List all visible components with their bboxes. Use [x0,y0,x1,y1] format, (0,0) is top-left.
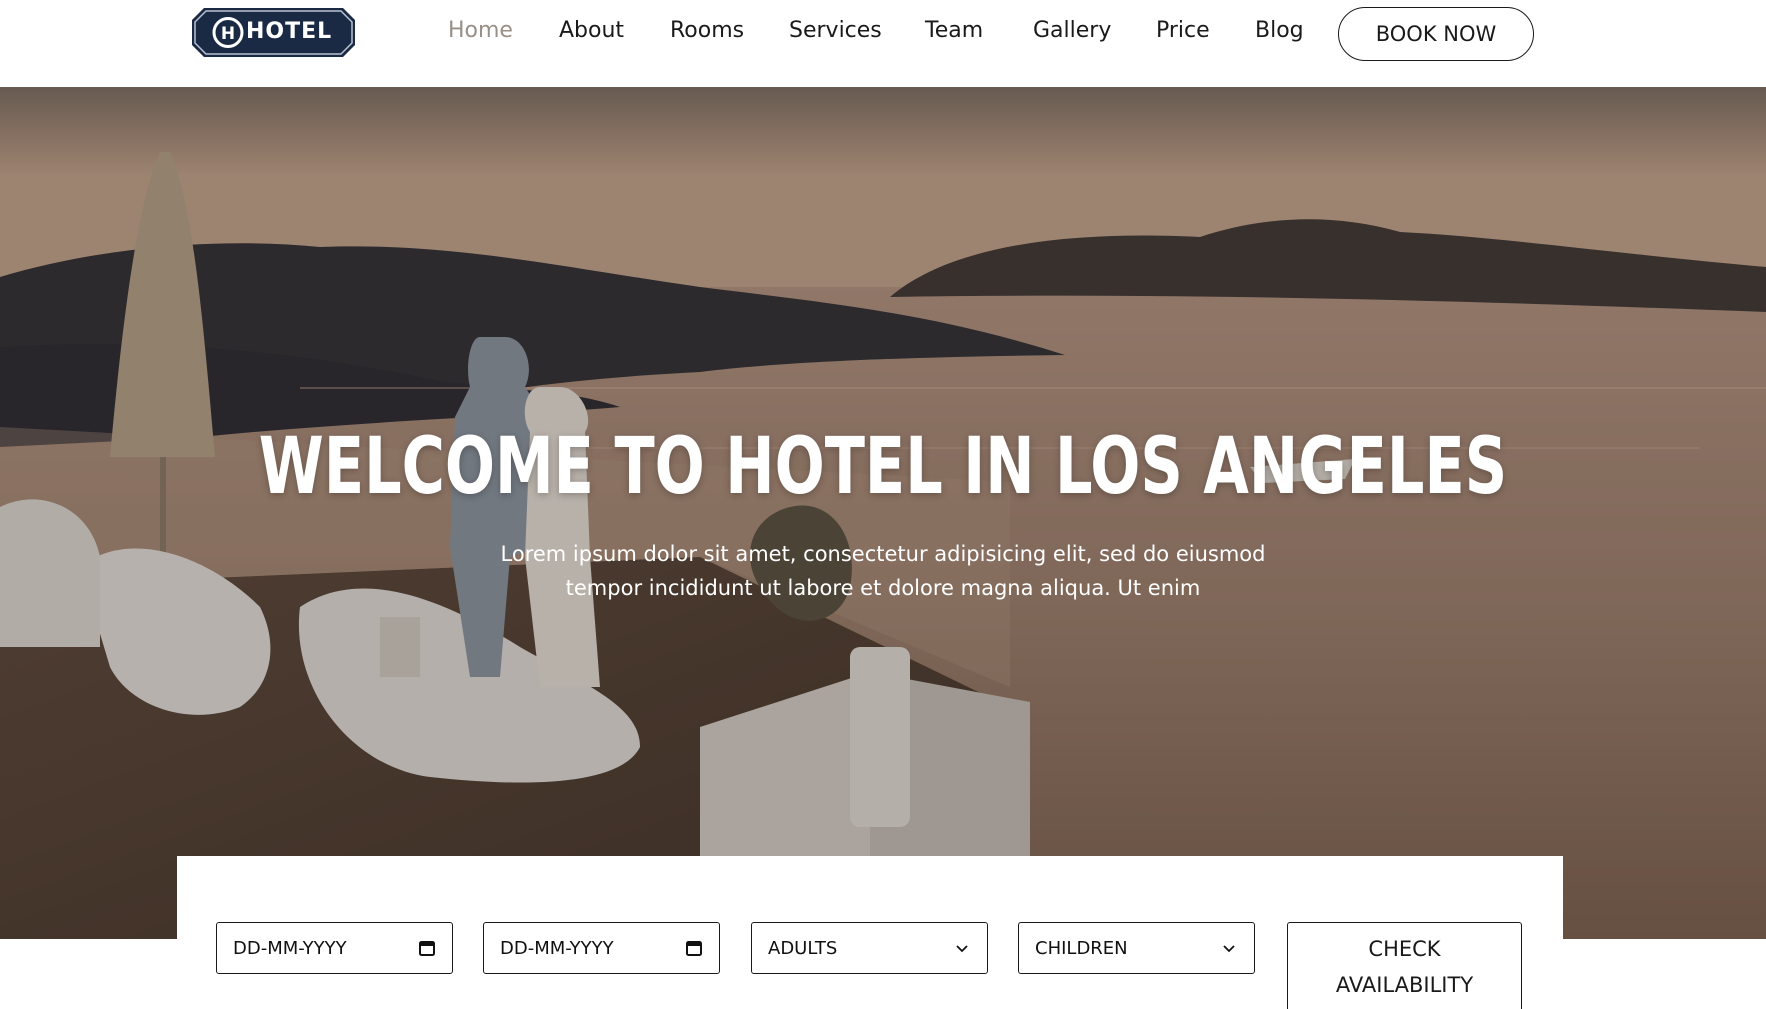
svg-text:H: H [221,24,235,44]
booking-panel: DD-MM-YYYY DD-MM-YYYY ADULTS CHILDREN CH… [177,856,1563,1009]
checkout-date-field[interactable]: DD-MM-YYYY [483,922,720,974]
calendar-icon[interactable] [685,939,703,957]
nav-home[interactable]: Home [448,18,513,43]
calendar-icon[interactable] [418,939,436,957]
book-now-button[interactable]: BOOK NOW [1338,7,1534,61]
checkout-placeholder: DD-MM-YYYY [500,937,614,959]
check-availability-line2: AVAILABILITY [1335,973,1474,997]
checkin-placeholder: DD-MM-YYYY [233,937,347,959]
hero-subtitle-line1: Lorem ipsum dolor sit amet, consectetur … [500,542,1266,566]
children-select[interactable]: CHILDREN [1018,922,1255,974]
nav-about[interactable]: About [559,18,624,43]
nav-rooms[interactable]: Rooms [670,18,744,43]
hero-title: WELCOME TO HOTEL IN LOS ANGELES [258,422,1508,512]
hero-banner: WELCOME TO HOTEL IN LOS ANGELES Lorem ip… [0,87,1766,939]
nav-services[interactable]: Services [789,18,882,43]
checkin-date-field[interactable]: DD-MM-YYYY [216,922,453,974]
hero-subtitle-line2: tempor incididunt ut labore et dolore ma… [565,576,1201,600]
logo-text: HOTEL [246,19,333,44]
site-header: H HOTEL Home About Rooms Services Team G… [0,0,1766,87]
chevron-down-icon [1223,945,1235,953]
check-availability-line1: CHECK [1368,937,1441,961]
chevron-down-icon [956,945,968,953]
hero-overlay [0,87,1766,939]
hero-subtitle: Lorem ipsum dolor sit amet, consectetur … [433,537,1333,605]
children-selected-value: CHILDREN [1035,937,1128,959]
adults-selected-value: ADULTS [768,937,838,959]
check-availability-button[interactable]: CHECK AVAILABILITY [1287,922,1522,1009]
nav-team[interactable]: Team [925,18,983,43]
nav-gallery[interactable]: Gallery [1033,18,1111,43]
hotel-logo[interactable]: H HOTEL [192,8,355,57]
nav-price[interactable]: Price [1156,18,1210,43]
adults-select[interactable]: ADULTS [751,922,988,974]
nav-blog[interactable]: Blog [1255,18,1304,43]
